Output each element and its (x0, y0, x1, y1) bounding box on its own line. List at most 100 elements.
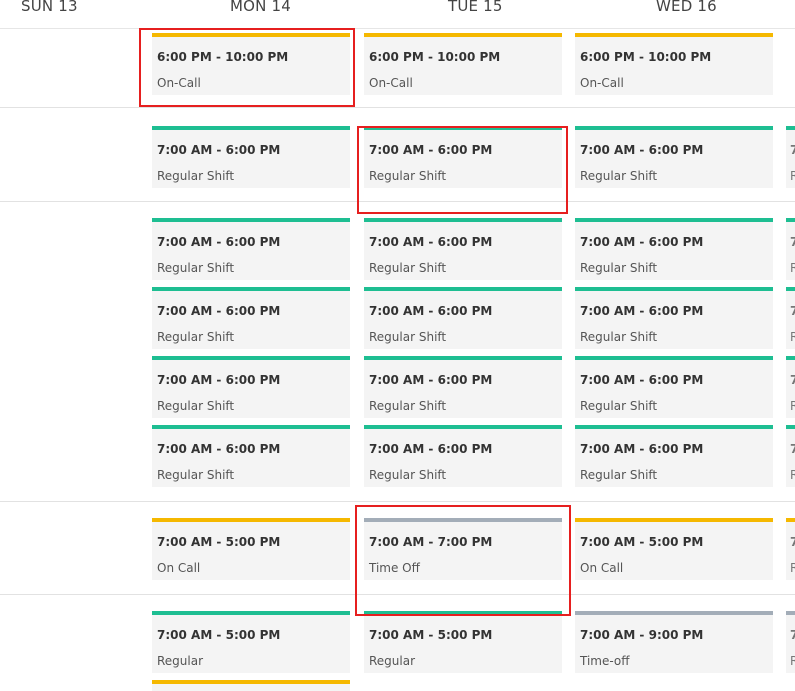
shift-time: 7:00 AM - 6:00 PM (369, 304, 493, 318)
shift-card[interactable]: 7:00 AM - 5:00 PM On Call (575, 518, 773, 580)
shift-card[interactable]: 7:00 AM - 6:00 PM Regular Shift (364, 287, 562, 349)
shift-card[interactable]: 7:00 AM - 5:00 PM Regular (152, 611, 350, 673)
shift-time: 7 (790, 304, 795, 318)
shift-time: 7:00 AM - 9:00 PM (580, 628, 704, 642)
shift-label: Regular Shift (580, 261, 658, 275)
shift-time: 7:00 AM - 6:00 PM (369, 235, 493, 249)
shift-label: Time Off (369, 561, 420, 575)
shift-time: 7 (790, 628, 795, 642)
shift-card-peek[interactable]: 7R (786, 356, 795, 418)
shift-card-peek[interactable]: 7R (786, 518, 795, 580)
shift-label: Regular Shift (369, 399, 447, 413)
row-divider (0, 201, 795, 202)
shift-label: Regular Shift (580, 169, 658, 183)
shift-label: Regular Shift (580, 330, 658, 344)
shift-label: Regular Shift (157, 399, 235, 413)
shift-card-peek[interactable]: 7R (786, 218, 795, 280)
shift-label: R (790, 654, 795, 668)
shift-time: 7:00 AM - 6:00 PM (580, 143, 704, 157)
shift-label: Regular Shift (157, 468, 235, 482)
shift-time: 7:00 AM - 6:00 PM (580, 373, 704, 387)
shift-card[interactable]: 7:00 AM - 6:00 PM Regular Shift (152, 287, 350, 349)
shift-label: R (790, 169, 795, 183)
shift-label: Regular Shift (157, 169, 235, 183)
shift-time: 7 (790, 442, 795, 456)
shift-card[interactable]: 6:00 PM - 10:00 PM On-Call (364, 33, 562, 95)
shift-card[interactable]: 7:00 AM - 5:00 PM On Call (152, 518, 350, 580)
shift-card-peek[interactable]: 7R (786, 611, 795, 673)
shift-card[interactable]: 7:00 AM - 6:00 PM Regular Shift (364, 218, 562, 280)
shift-time: 7 (790, 535, 795, 549)
shift-label: Regular Shift (369, 330, 447, 344)
shift-label: Regular Shift (157, 261, 235, 275)
shift-label: Regular Shift (369, 261, 447, 275)
day-header-wed[interactable]: WED 16 (656, 0, 717, 15)
shift-time: 7:00 AM - 5:00 PM (580, 535, 704, 549)
shift-card[interactable]: 7:00 AM - 6:00 PM Regular Shift (575, 287, 773, 349)
shift-time: 7:00 AM - 6:00 PM (580, 235, 704, 249)
shift-card-peek[interactable]: 7R (786, 425, 795, 487)
shift-label: R (790, 561, 795, 575)
shift-label: Regular (157, 654, 204, 668)
calendar-header: SUN 13 MON 14 TUE 15 WED 16 (0, 0, 795, 29)
shift-time: 7:00 AM - 5:00 PM (369, 628, 493, 642)
shift-card-peek[interactable]: 7R (786, 287, 795, 349)
shift-label: Regular (369, 654, 416, 668)
shift-label: R (790, 468, 795, 482)
shift-time: 7:00 AM - 6:00 PM (369, 373, 493, 387)
shift-time: 7:00 AM - 6:00 PM (369, 442, 493, 456)
shift-card[interactable]: 7:00 AM - 6:00 PM Regular Shift (364, 356, 562, 418)
shift-label: Regular Shift (369, 468, 447, 482)
shift-time: 7 (790, 373, 795, 387)
shift-card[interactable]: 6:00 PM - 10:00 PM On-Call (152, 33, 350, 95)
shift-time: 6:00 PM - 10:00 PM (369, 50, 501, 64)
shift-card[interactable]: 6:00 PM - 10:00 PM On-Call (575, 33, 773, 95)
shift-time: 7:00 AM - 6:00 PM (157, 373, 281, 387)
shift-card[interactable] (152, 680, 350, 691)
shift-label: R (790, 330, 795, 344)
shift-card[interactable]: 7:00 AM - 6:00 PM Regular Shift (575, 356, 773, 418)
shift-label: R (790, 399, 795, 413)
shift-time: 7:00 AM - 6:00 PM (157, 143, 281, 157)
shift-time: 7:00 AM - 5:00 PM (157, 535, 281, 549)
shift-label: On-Call (369, 76, 413, 90)
shift-card-peek[interactable]: 7R (786, 126, 795, 188)
shift-label: On Call (157, 561, 201, 575)
shift-label: R (790, 261, 795, 275)
shift-card[interactable]: 7:00 AM - 6:00 PM Regular Shift (364, 126, 562, 188)
day-header-tue[interactable]: TUE 15 (448, 0, 503, 15)
shift-label: Regular Shift (157, 330, 235, 344)
shift-label: Time-off (580, 654, 630, 668)
day-header-sun[interactable]: SUN 13 (21, 0, 78, 15)
shift-card[interactable]: 7:00 AM - 6:00 PM Regular Shift (152, 126, 350, 188)
shift-card[interactable]: 7:00 AM - 9:00 PM Time-off (575, 611, 773, 673)
shift-card[interactable]: 7:00 AM - 6:00 PM Regular Shift (364, 425, 562, 487)
shift-label: Regular Shift (580, 399, 658, 413)
shift-card[interactable]: 7:00 AM - 6:00 PM Regular Shift (575, 218, 773, 280)
shift-time: 7:00 AM - 6:00 PM (157, 304, 281, 318)
shift-time: 7:00 AM - 6:00 PM (580, 304, 704, 318)
shift-time: 7:00 AM - 5:00 PM (157, 628, 281, 642)
shift-time: 6:00 PM - 10:00 PM (580, 50, 712, 64)
shift-card[interactable]: 7:00 AM - 6:00 PM Regular Shift (152, 425, 350, 487)
shift-card[interactable]: 7:00 AM - 6:00 PM Regular Shift (575, 425, 773, 487)
shift-time: 7 (790, 143, 795, 157)
shift-card[interactable]: 7:00 AM - 6:00 PM Regular Shift (152, 356, 350, 418)
shift-label: Regular Shift (369, 169, 447, 183)
shift-label: Regular Shift (580, 468, 658, 482)
shift-time: 7:00 AM - 6:00 PM (157, 235, 281, 249)
shift-time: 7:00 AM - 6:00 PM (580, 442, 704, 456)
shift-label: On-Call (157, 76, 201, 90)
shift-time: 6:00 PM - 10:00 PM (157, 50, 289, 64)
shift-card[interactable]: 7:00 AM - 7:00 PM Time Off (364, 518, 562, 580)
row-divider (0, 594, 795, 595)
shift-card[interactable]: 7:00 AM - 5:00 PM Regular (364, 611, 562, 673)
shift-card[interactable]: 7:00 AM - 6:00 PM Regular Shift (575, 126, 773, 188)
shift-time: 7:00 AM - 6:00 PM (157, 442, 281, 456)
shift-label: On Call (580, 561, 624, 575)
shift-time: 7:00 AM - 7:00 PM (369, 535, 493, 549)
shift-time: 7 (790, 235, 795, 249)
row-divider (0, 107, 795, 108)
day-header-mon[interactable]: MON 14 (230, 0, 291, 15)
shift-card[interactable]: 7:00 AM - 6:00 PM Regular Shift (152, 218, 350, 280)
